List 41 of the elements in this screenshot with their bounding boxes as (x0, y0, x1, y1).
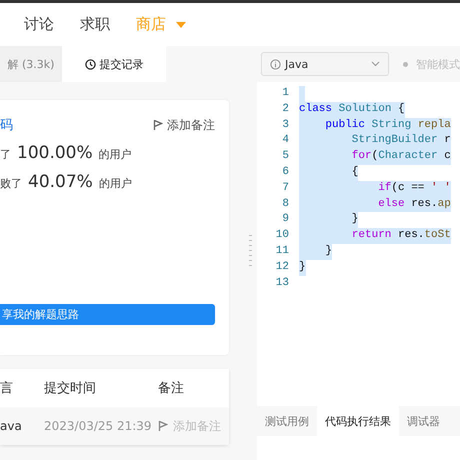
share-button[interactable]: 享我的解题思路 (0, 304, 215, 325)
nav-link[interactable]: 求职 (80, 15, 110, 34)
stat-label: 的用户 (98, 147, 132, 162)
column-header: 备注 (158, 380, 185, 397)
line-number: 4 (281, 133, 290, 148)
stat-label: 败了 (0, 176, 22, 191)
column-header: 言 (0, 380, 14, 397)
dot-icon (403, 62, 408, 66)
line-number: 9 (281, 212, 290, 228)
line-number: 1 (281, 86, 290, 101)
line-number: 12 (274, 260, 290, 275)
flag-icon (158, 420, 168, 432)
card-title: 码 (0, 117, 13, 134)
chevron-down-icon (371, 61, 380, 67)
tab[interactable]: 代码执行结果 (317, 406, 399, 436)
table-cell-text: ava (0, 419, 23, 433)
line-number: 8 (281, 196, 290, 212)
stat-label: 了 (0, 147, 11, 162)
stat-value: 40.07% (28, 172, 93, 192)
language-select[interactable]: Java (261, 52, 389, 76)
tab[interactable]: 测试用例 (257, 406, 317, 436)
nav-link[interactable]: 讨论 (24, 15, 54, 34)
line-number: 2 (281, 102, 290, 117)
flag-icon (152, 119, 163, 131)
line-number: 13 (274, 276, 290, 291)
tab[interactable]: 调试器 (399, 406, 448, 436)
line-number: 6 (281, 164, 290, 180)
add-note-link[interactable]: 添加备注 (152, 116, 215, 134)
clock-icon (84, 58, 96, 70)
line-number: 11 (274, 244, 290, 259)
line-number: 3 (281, 118, 290, 133)
line-number: 7 (281, 180, 290, 196)
code-editor[interactable]: 1 2 class Solution { 3 public String repla 4 StringBuilder r 5 for(Character c 6 { 7 if(c == ' ' 8 else res.ap 9 } 10 return res.toSt 11 } 12 } 13 (257, 82, 460, 406)
stat-label: 的用户 (98, 176, 132, 191)
line-number: 10 (274, 228, 290, 244)
column-header: 提交时间 (44, 380, 97, 397)
line-number: 5 (281, 149, 290, 164)
info-icon (270, 58, 281, 70)
stat-value: 100.00% (17, 143, 93, 163)
table-cell-text: 2023/03/25 21:39 (44, 419, 153, 433)
tab[interactable]: 提交记录 (62, 46, 166, 82)
